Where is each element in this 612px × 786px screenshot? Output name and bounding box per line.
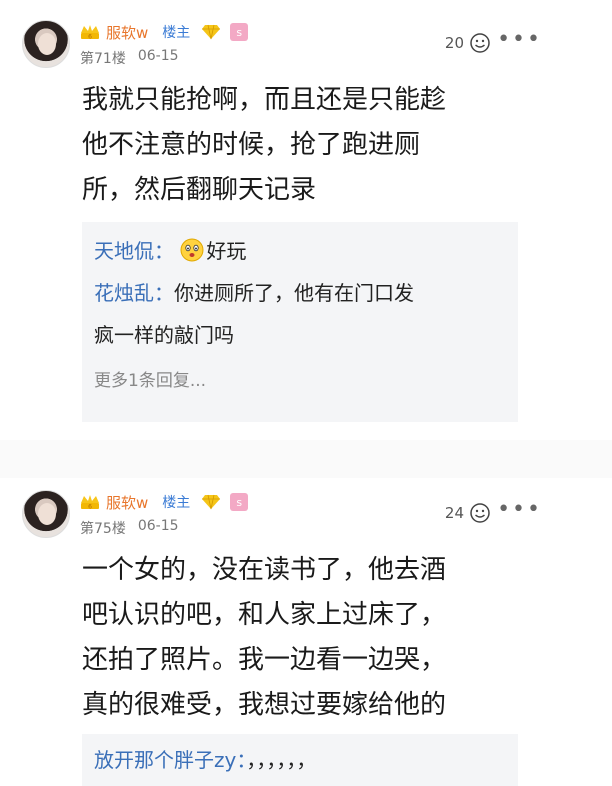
username[interactable]: 服软w <box>106 492 148 513</box>
svg-text:6: 6 <box>88 34 92 41</box>
vip-badge: s <box>230 493 249 511</box>
like-button[interactable]: 20 <box>445 32 492 54</box>
gem-icon <box>202 24 221 40</box>
reply-author[interactable]: 花烛乱 <box>94 281 154 305</box>
post-header: 6 服软w 楼主 s 第75楼 06-15 24 ••• <box>22 490 612 542</box>
crown-icon: 6 <box>81 25 99 41</box>
like-button[interactable]: 24 <box>445 502 492 524</box>
reply-item[interactable]: 放开那个胖子zy：，，，，，， <box>94 742 506 778</box>
smile-emoji-icon <box>470 33 490 53</box>
reply-text: 好玩 <box>206 239 247 263</box>
like-count: 20 <box>444 34 464 52</box>
surprised-emoji-icon <box>180 238 204 262</box>
post-content: 我就只能抢啊，而且还是只能趁 他不注意的时候，抢了跑进厕 所，然后翻聊天记录 <box>82 78 552 213</box>
gem-icon <box>202 494 221 510</box>
floor-number: 第75楼 <box>80 521 126 537</box>
avatar[interactable] <box>22 20 70 68</box>
post-floor-71: 6 服软w 楼主 s 第71楼 06-15 20 ••• 我就只能抢啊，而且还是… <box>0 0 612 440</box>
post-date: 06-15 <box>137 48 179 64</box>
post-floor-75: 6 服软w 楼主 s 第75楼 06-15 24 ••• 一个女的，没在读书了，… <box>0 478 612 786</box>
content-line: 我就只能抢啊，而且还是只能趁 <box>82 85 447 115</box>
svg-text:6: 6 <box>88 504 92 511</box>
owner-tag: 楼主 <box>162 25 191 41</box>
content-line: 一个女的，没在读书了，他去酒 <box>82 555 447 585</box>
content-line: 所，然后翻聊天记录 <box>82 175 317 205</box>
crown-icon: 6 <box>81 495 99 511</box>
owner-tag: 楼主 <box>162 495 191 511</box>
reply-text-continued: 疯一样的敲门吗 <box>94 323 234 347</box>
content-line: 吧认识的吧，和人家上过床了， <box>82 600 447 630</box>
content-line: 还拍了照片。我一边看一边哭， <box>82 645 447 675</box>
vip-badge: s <box>230 23 249 41</box>
more-replies-link[interactable]: 更多1条回复... <box>94 366 506 391</box>
post-date: 06-15 <box>137 518 179 534</box>
reply-text: ，，，，，， <box>246 748 317 772</box>
meta-row: 第75楼 06-15 <box>80 518 179 538</box>
like-count: 24 <box>444 504 464 522</box>
more-options-icon[interactable]: ••• <box>497 29 542 51</box>
smile-emoji-icon <box>470 503 490 523</box>
post-divider <box>0 440 612 478</box>
post-header: 6 服软w 楼主 s 第71楼 06-15 20 ••• <box>22 20 612 72</box>
reply-box: 放开那个胖子zy：，，，，，， <box>82 734 518 786</box>
reply-author[interactable]: 天地侃 <box>94 239 154 263</box>
reply-box: 天地侃： 好玩 花烛乱：你进厕所了，他有在门口发 疯一样的敲门吗 更多1条回复.… <box>82 222 518 422</box>
content-line: 他不注意的时候，抢了跑进厕 <box>82 130 421 160</box>
post-content: 一个女的，没在读书了，他去酒 吧认识的吧，和人家上过床了， 还拍了照片。我一边看… <box>82 548 552 728</box>
more-options-icon[interactable]: ••• <box>497 499 542 521</box>
name-row: 6 服软w 楼主 s <box>80 492 249 513</box>
reply-item[interactable]: 花烛乱：你进厕所了，他有在门口发 疯一样的敲门吗 <box>94 272 506 356</box>
content-line: 真的很难受，我想过要嫁给他的 <box>82 690 447 720</box>
reply-author[interactable]: 放开那个胖子zy <box>94 748 236 772</box>
reply-text: 你进厕所了，他有在门口发 <box>174 281 414 305</box>
reply-item[interactable]: 天地侃： 好玩 <box>94 230 506 272</box>
meta-row: 第71楼 06-15 <box>80 48 179 68</box>
avatar[interactable] <box>22 490 70 538</box>
name-row: 6 服软w 楼主 s <box>80 22 249 43</box>
floor-number: 第71楼 <box>80 51 126 67</box>
username[interactable]: 服软w <box>106 22 148 43</box>
